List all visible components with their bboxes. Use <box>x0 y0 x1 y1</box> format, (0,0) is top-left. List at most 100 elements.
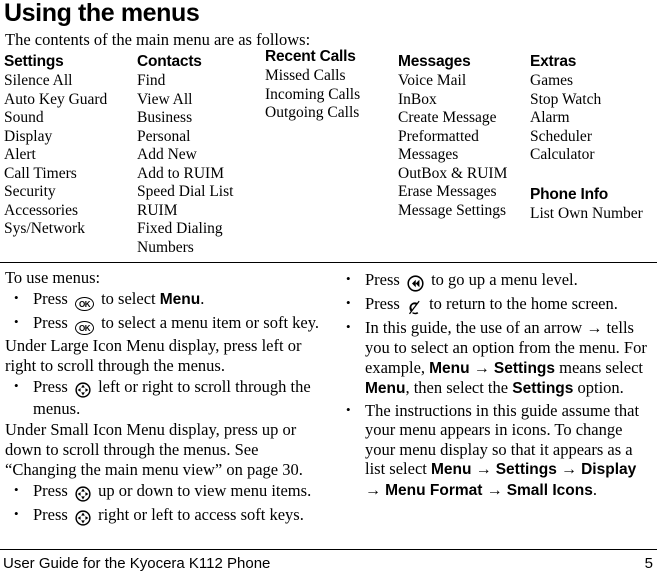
bullet-text: to select <box>101 289 156 309</box>
arrow-glyph: → <box>475 461 492 479</box>
page-title: Using the menus <box>4 0 200 27</box>
menu-item: OutBox & RUIM <box>398 164 508 182</box>
menu-item: Alarm <box>530 109 570 126</box>
instructions-left-column: To use menus: Press OK to select Menu. P… <box>5 268 333 529</box>
menu-item: Call Timers <box>4 164 77 182</box>
back-key-icon <box>407 273 424 293</box>
bullet-text: means select <box>559 357 643 377</box>
ok-key-icon: OK <box>74 297 94 312</box>
settings-keyword: Settings <box>493 359 556 377</box>
list-item: In this guide, the use of an arrow → tel… <box>337 317 653 399</box>
bullet-text: In this guide, the use of an arrow <box>365 317 583 337</box>
list-item: Press right or left to access soft keys. <box>5 504 333 528</box>
bullet-text: , then select the <box>405 378 509 398</box>
press-label: Press <box>33 289 68 309</box>
press-label: Press <box>33 480 68 500</box>
menu-item: Sys/Network <box>4 220 85 237</box>
list-item: The instructions in this guide assume th… <box>337 400 653 501</box>
list-item: Press left or right to scroll through th… <box>5 376 333 419</box>
menu-column-messages: Messages Voice Mail InBox Create Message… <box>398 52 526 220</box>
menu-item: Add to RUIM <box>137 164 224 182</box>
menu-heading-settings: Settings <box>4 53 64 70</box>
settings-keyword: Settings <box>512 380 574 398</box>
list-item: Press OK to select Menu. <box>5 288 333 312</box>
press-label: Press <box>33 376 68 396</box>
footer-title: User Guide for the Kyocera K112 Phone <box>3 555 271 572</box>
menu-keyword: Menu <box>430 461 472 479</box>
navigation-key-icon <box>75 380 91 400</box>
settings-keyword: Settings <box>495 461 557 479</box>
menu-item: Outgoing Calls <box>265 104 360 121</box>
list-item: Press up or down to view menu items. <box>5 480 333 504</box>
menu-format-keyword: Menu Format <box>385 481 483 499</box>
menu-item: Missed Calls <box>265 67 346 84</box>
arrow-glyph: → <box>365 481 381 499</box>
list-item: Press to go up a menu level. <box>337 269 653 293</box>
menu-column-settings: Settings Silence All Auto Key Guard Soun… <box>4 52 134 239</box>
instructions-right-column: Press to go up a menu level. Press to re… <box>337 268 653 502</box>
menu-heading-contacts: Contacts <box>137 53 202 70</box>
menu-keyword: Menu <box>365 380 406 398</box>
menu-item: View All <box>137 90 193 108</box>
press-label: Press <box>33 312 68 332</box>
end-call-key-icon <box>407 297 422 317</box>
menu-column-contacts: Contacts Find View All Business Personal… <box>137 52 262 257</box>
menu-item: Speed Dial List <box>137 183 234 200</box>
menu-item: Silence All <box>4 72 73 89</box>
menu-item: Display <box>4 127 53 145</box>
menu-item: Fixed Dialing Numbers <box>137 220 223 256</box>
period: . <box>200 289 205 309</box>
arrow-glyph: → <box>473 359 490 377</box>
menu-item: Accessories <box>4 201 79 219</box>
bullet-text: right or left to access soft keys. <box>98 504 304 524</box>
menu-map: Settings Silence All Auto Key Guard Soun… <box>0 48 657 256</box>
list-item: Press OK to select a menu item or soft k… <box>5 312 333 335</box>
menu-column-recent-calls: Recent Calls Missed Calls Incoming Calls… <box>265 47 395 123</box>
menu-item: Message Settings <box>398 201 507 219</box>
instructions-lead: To use menus: <box>5 268 101 287</box>
display-keyword: Display <box>581 461 637 479</box>
menu-column-extras: Extras Games Stop Watch Alarm Scheduler … <box>530 52 655 223</box>
small-icons-keyword: Small Icons <box>506 481 593 499</box>
menu-item: Personal <box>137 127 191 145</box>
menu-item: Security <box>4 183 56 200</box>
menu-item: Find <box>137 72 166 89</box>
menu-heading-phone-info: Phone Info <box>530 185 609 203</box>
footer-page-number: 5 <box>644 555 653 572</box>
press-label: Press <box>33 504 68 524</box>
menu-item: InBox <box>398 90 437 108</box>
menu-keyword: Menu <box>429 359 470 377</box>
menu-heading-extras: Extras <box>530 53 577 70</box>
bullet-text: to return to the home screen. <box>429 293 618 313</box>
press-label: Press <box>365 293 400 313</box>
menu-item: Incoming Calls <box>265 85 361 103</box>
menu-heading-messages: Messages <box>398 53 471 70</box>
menu-item: Alert <box>4 146 36 163</box>
menu-item: RUIM <box>137 201 178 219</box>
menu-keyword: Menu <box>159 291 201 309</box>
period: . <box>592 479 597 499</box>
bullet-text: option. <box>577 378 624 398</box>
menu-item: Scheduler <box>530 127 592 145</box>
menu-item: Games <box>530 72 574 89</box>
menu-item: List Own Number <box>530 204 643 222</box>
arrow-glyph: → <box>486 481 503 499</box>
ok-key-icon: OK <box>74 320 94 335</box>
menu-item: Business <box>137 109 193 126</box>
menu-heading-recent-calls: Recent Calls <box>265 48 356 65</box>
menu-item: Add New <box>137 146 197 163</box>
menu-item: Voice Mail <box>398 72 467 89</box>
arrow-glyph: → <box>560 461 577 479</box>
footer-divider <box>0 549 657 550</box>
menu-item: Auto Key Guard <box>4 90 108 108</box>
menu-item: Calculator <box>530 146 595 163</box>
menu-item: Create Message <box>398 109 497 126</box>
menu-item: Sound <box>4 109 44 126</box>
instructions-paragraph: Under Small Icon Menu display, press up … <box>5 420 303 479</box>
menu-item: Preformatted Messages <box>398 127 479 164</box>
press-label: Press <box>365 269 400 289</box>
section-divider <box>0 262 657 263</box>
list-item: Press to return to the home screen. <box>337 293 653 317</box>
bullet-text: to select a menu item or soft key. <box>101 312 320 332</box>
